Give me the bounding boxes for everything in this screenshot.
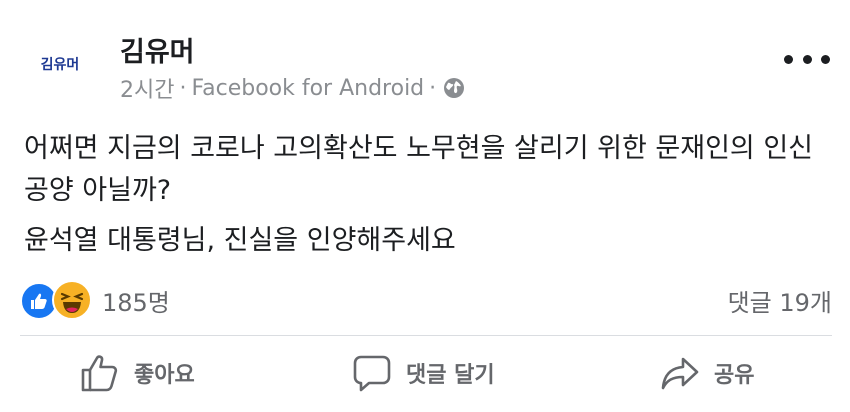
- reaction-icons[interactable]: [20, 280, 92, 320]
- divider: [20, 335, 832, 336]
- post-text-paragraph: 윤석열 대통령님, 진실을 인양해주세요: [24, 225, 456, 256]
- comment-button[interactable]: 댓글 달기: [352, 340, 495, 406]
- comment-count[interactable]: 댓글 19개: [728, 283, 832, 318]
- comment-button-label: 댓글 달기: [406, 363, 495, 388]
- post-time[interactable]: 2시간: [120, 72, 174, 104]
- post-header: 김유머 김유머 2시간 · Facebook for Android ·: [0, 0, 850, 110]
- more-dots-icon[interactable]: [784, 44, 830, 74]
- like-button[interactable]: 좋아요: [80, 340, 195, 406]
- share-icon: [661, 357, 699, 390]
- meta-separator: ·: [429, 75, 437, 101]
- share-button[interactable]: 공유: [660, 340, 754, 406]
- avatar[interactable]: 김유머: [24, 28, 96, 100]
- like-button-label: 좋아요: [134, 363, 195, 388]
- post-actions: 좋아요 댓글 달기 공유: [0, 340, 850, 410]
- thumbs-up-icon: [81, 355, 118, 392]
- post-meta: 2시간 · Facebook for Android ·: [120, 72, 465, 104]
- author-name[interactable]: 김유머: [120, 30, 195, 69]
- post-text-paragraph: 어쩌면 지금의 코로나 고의확산도 노무현을 살리기 위한 문재인의 인신공양 …: [24, 133, 814, 206]
- share-button-label: 공유: [714, 363, 755, 388]
- post-body: 어쩌면 지금의 코로나 고의확산도 노무현을 살리기 위한 문재인의 인신공양 …: [24, 128, 834, 262]
- globe-icon: [443, 77, 465, 99]
- haha-icon: [52, 280, 92, 320]
- comment-icon: [353, 355, 391, 392]
- post-source: Facebook for Android: [191, 75, 425, 101]
- meta-separator: ·: [179, 75, 187, 101]
- reactions-bar[interactable]: 185명 댓글 19개: [20, 280, 832, 320]
- reaction-count[interactable]: 185명: [102, 283, 170, 318]
